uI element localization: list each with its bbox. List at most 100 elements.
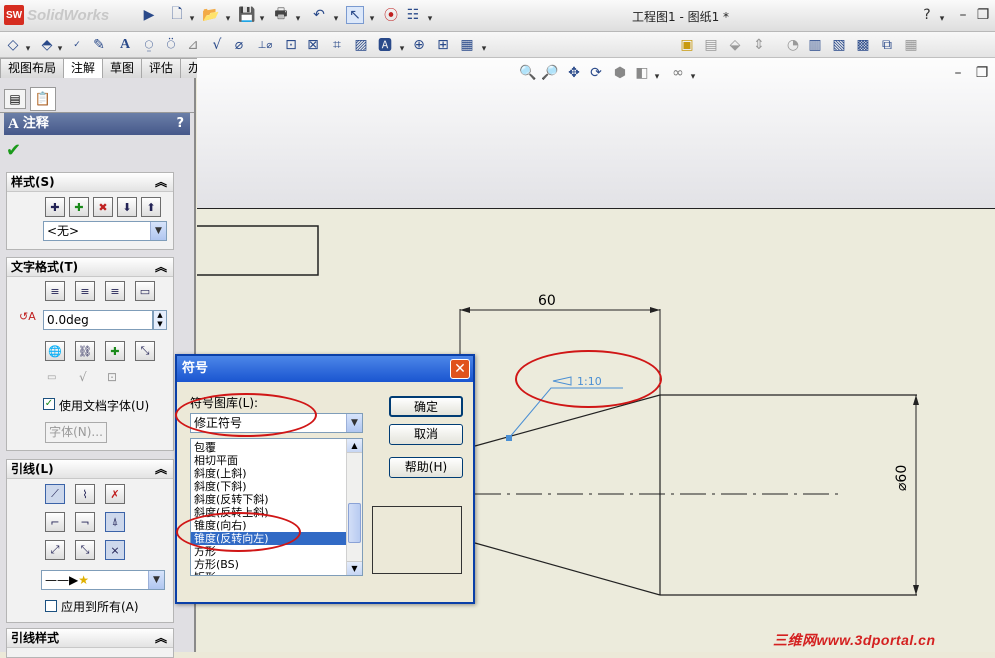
style-combo[interactable]: <无> ▼ [43, 221, 167, 241]
collapse-icon[interactable]: ︽ [155, 258, 167, 276]
tab-evaluate[interactable]: 评估 [141, 58, 182, 78]
graphics-area-top[interactable]: 🔍 🔎 ✥ ⟳ ⬢ ◧ ▾ ∞ ▾ – ❐ [197, 58, 995, 208]
text-format-header[interactable]: 文字格式(T) ︽ [7, 258, 173, 277]
solidworks-logo[interactable]: SW SolidWorks [4, 4, 109, 26]
view-tool-icon[interactable]: ▧ [830, 36, 848, 54]
text-box-icon[interactable]: 🅰 [376, 36, 394, 54]
format-painter-icon[interactable]: ✎ [90, 36, 108, 54]
leader-multi-icon[interactable]: ⤡ [75, 540, 95, 560]
gray-tool-icon[interactable]: ▦ [902, 36, 920, 54]
model-items-icon[interactable]: ⬘ [38, 36, 56, 54]
dropdown-arrow-icon[interactable]: ▾ [480, 40, 488, 58]
pan-icon[interactable]: ✥ [565, 64, 583, 82]
link-property-icon[interactable]: ⛓ [75, 341, 95, 361]
glasses-icon[interactable]: ∞ [669, 64, 687, 82]
centerline-icon[interactable]: ⊞ [434, 36, 452, 54]
smart-dimension-icon[interactable]: ◇ [4, 36, 22, 54]
symbol-list-item[interactable]: 斜度(下斜) [191, 480, 362, 493]
angle-spinner-icon[interactable]: ▲ ▼ [153, 310, 167, 330]
delete-style-icon[interactable]: ✖ [93, 197, 113, 217]
apply-all-checkbox[interactable] [45, 600, 57, 612]
close-icon[interactable]: ✕ [450, 359, 470, 379]
rotate-icon[interactable]: ⟳ [587, 64, 605, 82]
gray-tool-icon[interactable]: ◔ [784, 36, 802, 54]
minimize-icon[interactable]: – [949, 64, 967, 82]
select-arrow-icon[interactable]: ↖ [346, 6, 364, 24]
dropdown-arrow-icon[interactable]: ▾ [398, 40, 406, 58]
load-style-icon[interactable]: ⬆ [141, 197, 161, 217]
scroll-thumb[interactable] [348, 503, 361, 543]
collapse-icon[interactable]: ︽ [155, 460, 167, 478]
dropdown-arrow-icon[interactable]: ▾ [224, 10, 232, 28]
collapse-icon[interactable]: ︽ [155, 629, 167, 647]
scroll-down-icon[interactable]: ▼ [347, 561, 362, 575]
restore-icon[interactable]: ❐ [974, 6, 992, 24]
minimize-icon[interactable]: – [954, 6, 972, 24]
dropdown-arrow-icon[interactable]: ▾ [653, 68, 661, 86]
leader-style-header[interactable]: 引线样式 ︽ [7, 629, 173, 648]
scroll-up-icon[interactable]: ▲ [347, 439, 362, 453]
gray-tool-icon[interactable]: ⬙ [726, 36, 744, 54]
help-icon[interactable]: ? [176, 113, 184, 135]
zoom-area-icon[interactable]: 🔎 [541, 64, 559, 82]
dropdown-arrow-icon[interactable]: ▾ [294, 10, 302, 28]
collapse-icon[interactable]: ︽ [155, 173, 167, 191]
dropdown-arrow-icon[interactable]: ▾ [332, 10, 340, 28]
style-section-header[interactable]: 样式(S) ︽ [7, 173, 173, 192]
help-icon[interactable]: ? [918, 6, 936, 24]
dropdown-arrow-icon[interactable]: ▾ [368, 10, 376, 28]
symbol-list-item[interactable]: 包覆 [191, 441, 362, 454]
rebuild-traffic-light-icon[interactable]: ⦿ [382, 6, 400, 24]
area-hatch-icon[interactable]: ▨ [352, 36, 370, 54]
weld-symbol-icon[interactable]: √ [208, 36, 226, 54]
align-center-icon[interactable]: ≡ [75, 281, 95, 301]
ok-button[interactable]: 确定 [389, 396, 463, 417]
gray-tool-icon[interactable]: ▤ [702, 36, 720, 54]
leader-underline-icon[interactable]: ⨯ [105, 540, 125, 560]
lock-note-icon[interactable]: ⤡ [135, 341, 155, 361]
save-style-icon[interactable]: ⬇ [117, 197, 137, 217]
arrow-style-combo[interactable]: ——▶★ ▼ [41, 570, 165, 590]
symbol-list-item[interactable]: 相切平面 [191, 454, 362, 467]
auto-balloon-icon[interactable]: ⍥ [162, 36, 180, 54]
leader-header[interactable]: 引线(L) ︽ [7, 460, 173, 479]
gray-tool-icon[interactable]: ⇕ [750, 36, 768, 54]
tab-sketch[interactable]: 草图 [102, 58, 143, 78]
angle-input[interactable]: 0.0deg [43, 310, 153, 330]
geometric-tolerance-icon[interactable]: ⊥⌀ [256, 36, 274, 54]
tab-view-layout[interactable]: 视图布局 [0, 58, 65, 78]
table-icon[interactable]: ▦ [458, 36, 476, 54]
grid-tool-icon[interactable]: ▥ [806, 36, 824, 54]
add-style-icon[interactable]: ✚ [45, 197, 65, 217]
datum-feature-icon[interactable]: ⊡ [282, 36, 300, 54]
view-tool-icon[interactable]: ⧉ [878, 36, 896, 54]
leader-nearest-icon[interactable]: ⍋ [105, 512, 125, 532]
symbol-list[interactable]: 包覆 相切平面 斜度(上斜) 斜度(下斜) 斜度(反转下斜) 斜度(反转上斜) 锥度(向右)… [190, 438, 363, 576]
justify-icon[interactable]: ▭ [135, 281, 155, 301]
display-style-icon[interactable]: ◧ [633, 64, 651, 82]
hole-callout-icon[interactable]: ⌀ [230, 36, 248, 54]
property-manager-tab-icon[interactable]: 📋 [30, 87, 56, 111]
open-folder-icon[interactable]: 📂 [202, 6, 220, 24]
chevron-down-icon[interactable]: ▼ [346, 414, 362, 432]
leader-straight-icon[interactable]: ⟋ [45, 484, 65, 504]
view-orientation-icon[interactable]: ⬢ [611, 64, 629, 82]
dropdown-arrow-icon[interactable]: ▾ [24, 40, 32, 58]
options-icon[interactable]: ☷ [404, 6, 422, 24]
dropdown-arrow-icon[interactable]: ▾ [56, 40, 64, 58]
dropdown-arrow-icon[interactable]: ▾ [426, 10, 434, 28]
feature-tree-tab-icon[interactable]: ▤ [4, 89, 26, 109]
view-tool-icon[interactable]: ▩ [854, 36, 872, 54]
chevron-down-icon[interactable]: ▼ [150, 222, 166, 240]
menu-arrow-icon[interactable]: ▶ [140, 6, 158, 24]
dropdown-arrow-icon[interactable]: ▾ [188, 10, 196, 28]
font-button[interactable]: 字体(N)... [45, 422, 107, 443]
insert-hyperlink-icon[interactable]: 🌐 [45, 341, 65, 361]
tab-annotation[interactable]: 注解 [63, 58, 104, 78]
block-icon[interactable]: ⌗ [328, 36, 346, 54]
align-right-icon[interactable]: ≡ [105, 281, 125, 301]
leader-extend-icon[interactable]: ⤢ [45, 540, 65, 560]
list-scrollbar[interactable]: ▲ ▼ [346, 439, 362, 575]
chevron-down-icon[interactable]: ▼ [148, 571, 164, 589]
datum-target-icon[interactable]: ⊠ [304, 36, 322, 54]
